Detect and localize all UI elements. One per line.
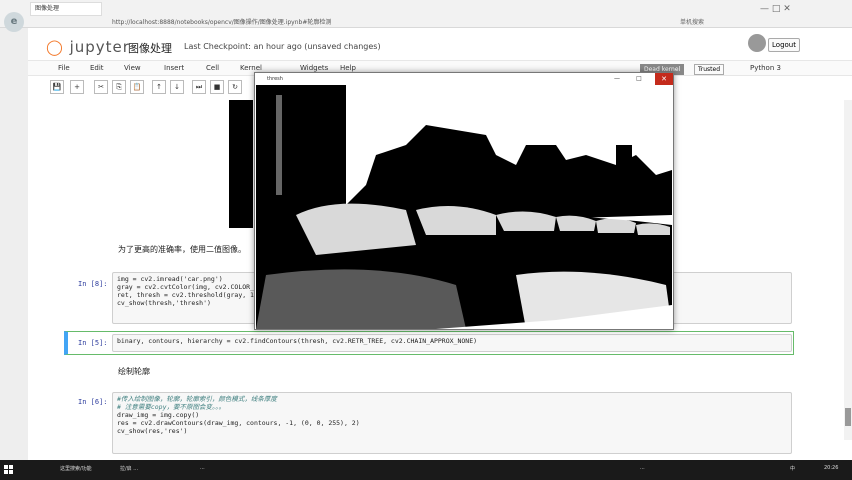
minimize-icon[interactable]: — (611, 74, 623, 84)
browser-top-bar: 图像处理 http://localhost:8888/notebooks/ope… (0, 0, 852, 28)
window-controls[interactable]: — □ ✕ (760, 4, 791, 14)
code-line: binary, contours, hierarchy = cv2.findCo… (117, 337, 478, 345)
browser-logo: e (0, 8, 28, 36)
trusted-badge[interactable]: Trusted (694, 64, 725, 75)
menu-help[interactable]: Help (340, 64, 356, 72)
move-up-button[interactable]: ↑ (152, 80, 166, 94)
prompt-in-8: In [8]: (78, 280, 108, 288)
markdown-cell-1: 为了更高的准确率，使用二值图像。 (118, 245, 246, 254)
prompt-in-5: In [5]: (78, 339, 108, 347)
copy-button[interactable]: ⎘ (112, 80, 126, 94)
taskbar-app-3[interactable]: ... (640, 465, 645, 471)
menu-edit[interactable]: Edit (90, 64, 104, 72)
windows-start-icon[interactable] (4, 465, 14, 475)
avatar (748, 34, 766, 52)
start-icon-square (9, 465, 13, 469)
run-button[interactable]: ⏭ (192, 80, 206, 94)
markdown-cell-2: 绘制轮廓 (118, 367, 150, 376)
close-icon[interactable]: ✕ (655, 73, 673, 85)
popup-title: thresh (267, 76, 283, 82)
taskbar-app-2[interactable]: ... (200, 465, 205, 471)
threshold-image (256, 85, 672, 329)
paste-button[interactable]: 📋 (130, 80, 144, 94)
address-bar[interactable]: http://localhost:8888/notebooks/opencv/图… (112, 18, 640, 28)
stop-button[interactable]: ■ (210, 80, 224, 94)
logout-button[interactable]: Logout (768, 38, 800, 52)
output-image-partial (229, 100, 253, 228)
code-cell-6[interactable]: #传入绘制图像，轮廓，轮廓索引，颜色模式，线条厚度 # 注意需要copy，要不原图… (112, 392, 792, 454)
input-method-indicator[interactable]: 中 (790, 465, 795, 472)
menu-insert[interactable]: Insert (164, 64, 184, 72)
jupyter-logo-text: jupyter (69, 38, 130, 56)
opencv-image-window[interactable]: thresh — □ ✕ (254, 72, 674, 330)
scrollbar-thumb[interactable] (845, 408, 851, 426)
search-engine-label[interactable]: 单机搜索 (680, 18, 704, 28)
menu-kernel[interactable]: Kernel (240, 64, 262, 72)
jupyter-logo-icon: ◯ (46, 38, 64, 56)
code-cell-5[interactable]: binary, contours, hierarchy = cv2.findCo… (112, 334, 792, 352)
menu-cell[interactable]: Cell (206, 64, 219, 72)
code-comment: # 注意需要copy，要不原图会变。。。 (117, 403, 225, 411)
threshold-image-svg (256, 85, 672, 329)
page-scrollbar[interactable] (844, 100, 852, 440)
taskbar-app-1[interactable]: 拉/启 ... (120, 465, 138, 472)
start-icon-square (4, 465, 8, 469)
prompt-in-6: In [6]: (78, 398, 108, 406)
code-line: cv_show(res,'res') (117, 427, 188, 435)
code-line: draw_img = img.copy() (117, 411, 200, 419)
notebook-title[interactable]: 图像处理 (128, 40, 172, 56)
jupyter-logo[interactable]: ◯ jupyter (46, 38, 130, 56)
e-icon: e (4, 12, 24, 32)
kernel-name: Python 3 (750, 64, 781, 72)
add-cell-button[interactable]: + (70, 80, 84, 94)
menu-widgets[interactable]: Widgets (300, 64, 328, 72)
menu-view[interactable]: View (124, 64, 141, 72)
checkpoint-status: Last Checkpoint: an hour ago (unsaved ch… (184, 42, 381, 51)
cut-button[interactable]: ✂ (94, 80, 108, 94)
save-button[interactable]: 💾 (50, 80, 64, 94)
browser-tab[interactable]: 图像处理 (30, 2, 102, 16)
windows-taskbar: 这里搜索/功能 拉/启 ... ... ... 中 20:26 (0, 460, 852, 480)
taskbar-search[interactable]: 这里搜索/功能 (60, 465, 92, 472)
code-line: res = cv2.drawContours(draw_img, contour… (117, 419, 360, 427)
restart-button[interactable]: ↻ (228, 80, 242, 94)
maximize-icon[interactable]: □ (633, 74, 645, 84)
start-icon-square (4, 470, 8, 474)
start-icon-square (9, 470, 13, 474)
code-comment: #传入绘制图像，轮廓，轮廓索引，颜色模式，线条厚度 (117, 395, 277, 403)
menu-file[interactable]: File (58, 64, 70, 72)
taskbar-clock[interactable]: 20:26 (824, 465, 838, 471)
move-down-button[interactable]: ↓ (170, 80, 184, 94)
